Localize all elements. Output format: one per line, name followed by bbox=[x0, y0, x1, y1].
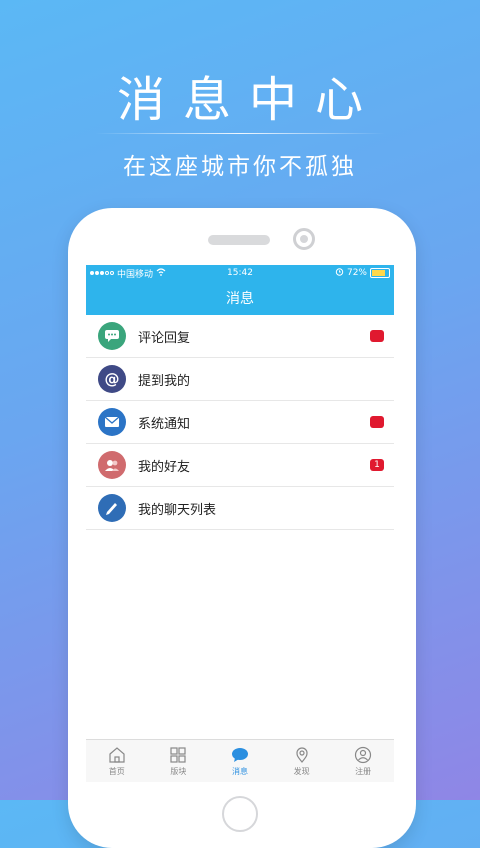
tab-label: 注册 bbox=[355, 766, 372, 776]
tab-label: 消息 bbox=[231, 766, 248, 776]
battery-percent: 72% bbox=[346, 268, 367, 278]
tab-register[interactable]: 注册 bbox=[332, 740, 394, 782]
home-icon bbox=[109, 746, 125, 763]
list-item-system-notice[interactable]: 系统通知 bbox=[86, 401, 394, 444]
list-item-label: 系统通知 bbox=[138, 416, 191, 432]
carrier-name: 中国移动 bbox=[117, 269, 154, 280]
grid-icon bbox=[170, 746, 186, 763]
signal-icon bbox=[90, 271, 114, 275]
list-item-label: 评论回复 bbox=[138, 330, 191, 346]
list-item-label: 提到我的 bbox=[138, 373, 191, 389]
tab-label: 首页 bbox=[108, 766, 125, 776]
mail-icon bbox=[98, 408, 126, 436]
list-item-friends[interactable]: 我的好友 1 bbox=[86, 444, 394, 487]
list-item-mentions[interactable]: @ 提到我的 bbox=[86, 358, 394, 401]
friends-icon bbox=[98, 451, 126, 479]
unread-badge: 1 bbox=[370, 459, 384, 471]
phone-screen: 中国移动 15:42 72% 消息 评论回复 @ 提到我的 系统通知 我的好友 … bbox=[86, 265, 394, 782]
message-list: 评论回复 @ 提到我的 系统通知 我的好友 1 我的聊天列表 bbox=[86, 315, 394, 530]
location-icon bbox=[295, 746, 308, 763]
status-bar: 中国移动 15:42 72% bbox=[86, 265, 394, 281]
wifi-icon bbox=[156, 267, 166, 279]
unread-badge bbox=[370, 416, 384, 428]
tab-label: 版块 bbox=[170, 766, 187, 776]
phone-home-button bbox=[222, 796, 258, 832]
list-item-chat-list[interactable]: 我的聊天列表 bbox=[86, 487, 394, 530]
phone-speaker bbox=[208, 235, 270, 245]
list-item-label: 我的好友 bbox=[138, 459, 191, 475]
promo-subtitle: 在这座城市你不孤独 bbox=[123, 154, 357, 180]
tab-discover[interactable]: 发现 bbox=[271, 740, 333, 782]
list-item-comment-reply[interactable]: 评论回复 bbox=[86, 315, 394, 358]
page-title: 消息 bbox=[226, 291, 254, 307]
tab-boards[interactable]: 版块 bbox=[148, 740, 210, 782]
tab-home[interactable]: 首页 bbox=[86, 740, 148, 782]
user-icon bbox=[355, 746, 372, 763]
pen-icon bbox=[98, 494, 126, 522]
unread-badge bbox=[370, 330, 384, 342]
tab-bar: 首页 版块 消息 发现 注册 bbox=[86, 739, 394, 782]
list-item-label: 我的聊天列表 bbox=[138, 502, 217, 518]
tab-label: 发现 bbox=[293, 766, 310, 776]
tab-messages[interactable]: 消息 bbox=[209, 740, 271, 782]
chat-bubble-icon bbox=[231, 747, 248, 762]
promo-divider bbox=[95, 133, 385, 134]
nav-bar: 消息 bbox=[86, 281, 394, 315]
at-icon: @ bbox=[98, 365, 126, 393]
alarm-icon bbox=[335, 267, 344, 279]
comment-icon bbox=[98, 322, 126, 350]
battery-icon bbox=[370, 268, 390, 278]
promo-title: 消息中心 bbox=[116, 72, 381, 128]
phone-camera bbox=[293, 228, 315, 250]
